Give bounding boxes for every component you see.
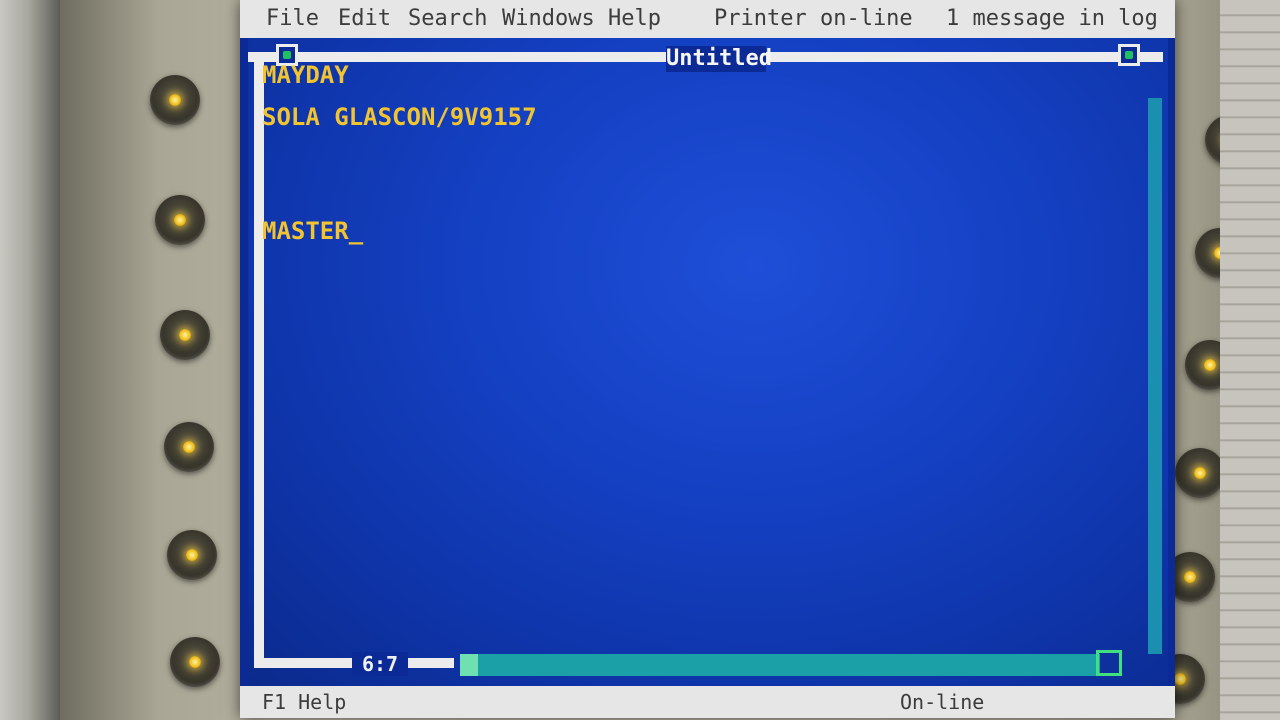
bezel-soft-key-l6[interactable] xyxy=(170,637,220,687)
text-line-2: SOLA GLASCON/9V9157 xyxy=(262,103,537,131)
vertical-scrollbar[interactable] xyxy=(1148,98,1162,654)
text-line-5: MASTER_ xyxy=(262,217,364,245)
wall-right xyxy=(1220,0,1280,720)
window-frame-left xyxy=(254,52,264,667)
menu-bar: File Edit Search Windows Help Printer on… xyxy=(240,0,1175,38)
bezel-soft-key-l1[interactable] xyxy=(150,75,200,125)
horizontal-scrollbar[interactable] xyxy=(460,654,1100,676)
zoom-icon[interactable] xyxy=(1118,44,1140,66)
status-bar: F1 Help On-line xyxy=(240,686,1175,718)
menu-file[interactable]: File xyxy=(266,0,319,38)
bezel-soft-key-l5[interactable] xyxy=(167,530,217,580)
help-key-hint[interactable]: F1 Help xyxy=(262,686,346,718)
printer-status: Printer on-line xyxy=(714,6,913,31)
bezel-soft-key-l3[interactable] xyxy=(160,310,210,360)
bezel-soft-key-r4[interactable] xyxy=(1175,448,1225,498)
terminal-screen: File Edit Search Windows Help Printer on… xyxy=(240,0,1175,718)
resize-handle-icon[interactable] xyxy=(1096,650,1122,676)
text-line-1: MAYDAY xyxy=(262,61,349,89)
menu-search[interactable]: Search xyxy=(408,0,487,38)
cursor-position: 6:7 xyxy=(352,652,408,676)
message-log-status[interactable]: 1 message in log xyxy=(946,0,1158,38)
bezel-soft-key-l2[interactable] xyxy=(155,195,205,245)
editor-window: Untitled MAYDAY SOLA GLASCON/9V9157 MAST… xyxy=(248,38,1168,686)
online-status: On-line xyxy=(900,690,985,714)
menu-edit[interactable]: Edit xyxy=(338,0,391,38)
window-title: Untitled xyxy=(666,46,772,72)
scroll-thumb[interactable] xyxy=(460,654,478,676)
menu-help[interactable]: Help xyxy=(608,0,661,38)
bezel-soft-key-l4[interactable] xyxy=(164,422,214,472)
menu-windows[interactable]: Windows xyxy=(502,0,595,38)
